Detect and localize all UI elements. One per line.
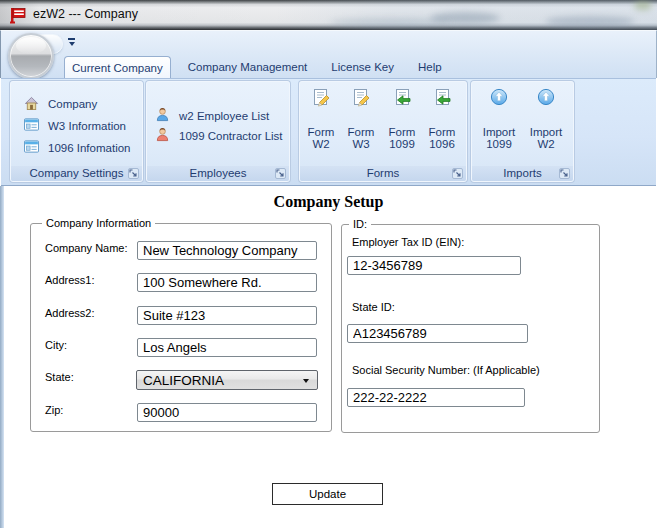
address2-label: Address2:	[45, 307, 95, 319]
glass-smudge	[634, 1, 652, 10]
ribbon-item-w2-employee-list[interactable]: w2 Employee List	[155, 107, 269, 124]
tab-current-company[interactable]: Current Company	[64, 56, 171, 78]
ribbon-item-w3-information[interactable]: W3 Information	[24, 118, 126, 133]
ribbon-item-label: W3 Information	[48, 120, 126, 132]
address2-input[interactable]	[137, 306, 317, 325]
ein-input[interactable]	[347, 256, 521, 275]
ribbon-group-company-settings: Company W3 Information	[10, 81, 143, 182]
dialog-launcher-icon[interactable]	[559, 168, 570, 179]
state-id-label: State ID:	[352, 301, 395, 313]
ribbon-button-form-1096[interactable]: Form 1096	[421, 86, 463, 166]
ribbon-item-1096-infomation[interactable]: 1096 Infomation	[24, 140, 130, 155]
person-blue-icon	[155, 107, 170, 124]
update-button[interactable]: Update	[272, 483, 383, 505]
tab-help[interactable]: Help	[411, 56, 449, 78]
address1-label: Address1:	[45, 274, 95, 286]
document-arrow-icon	[393, 88, 412, 110]
ribbon-item-label: w2 Employee List	[179, 110, 269, 122]
ribbon-group-imports: Import 1099 Import W2 Imports	[471, 81, 574, 182]
import-up-icon	[490, 88, 508, 109]
address1-input[interactable]	[137, 273, 317, 292]
ribbon-group-caption: Employees	[147, 166, 289, 181]
window-title: ezW2 --- Company	[33, 1, 138, 27]
tab-company-management[interactable]: Company Management	[181, 56, 315, 78]
tab-license-key[interactable]: License Key	[324, 56, 401, 78]
ribbon-button-form-w3[interactable]: Form W3	[340, 86, 382, 166]
ribbon-group-employees: w2 Employee List 1099 Contractor List Em…	[146, 81, 290, 182]
state-label: State:	[45, 371, 74, 383]
combo-arrow-icon	[303, 379, 309, 383]
ssn-input[interactable]	[347, 388, 525, 407]
dialog-launcher-icon[interactable]	[452, 168, 463, 179]
ribbon-button-import-1099[interactable]: Import 1099	[478, 86, 520, 166]
form-table-icon	[24, 118, 39, 133]
ribbon-group-caption: Company Settings	[11, 166, 142, 181]
glass-smudge	[545, 16, 635, 27]
form-table-icon	[24, 140, 39, 155]
page-title: Company Setup	[0, 193, 657, 211]
ribbon-group-forms: Form W2 Form W3	[299, 81, 467, 182]
dialog-launcher-icon[interactable]	[128, 168, 139, 179]
ribbon-button-form-w2[interactable]: Form W2	[300, 86, 342, 166]
ssn-label: Social Security Number: (If Applicable)	[352, 364, 540, 376]
city-input[interactable]	[137, 338, 317, 357]
document-arrow-icon	[433, 88, 452, 110]
ribbon-group-caption: Forms	[300, 166, 466, 181]
zip-label: Zip:	[45, 404, 63, 416]
groupbox-caption: ID:	[349, 218, 371, 230]
qat-dropdown-button[interactable]	[67, 37, 77, 49]
ribbon-button-form-1099[interactable]: Form 1099	[381, 86, 423, 166]
glass-smudge	[330, 18, 450, 27]
ribbon-item-label: 1096 Infomation	[48, 142, 130, 154]
import-up-icon	[537, 88, 555, 109]
window-left-border	[0, 186, 4, 528]
ribbon-item-label: 1099 Contractor List	[179, 130, 283, 142]
document-edit-icon	[352, 88, 371, 110]
ribbon-frame: Current Company Company Management Licen…	[0, 30, 657, 78]
application-orb-button[interactable]	[8, 33, 54, 79]
ribbon: Company W3 Information	[1, 78, 656, 186]
app-icon	[10, 6, 26, 24]
ribbon-tabs: Current Company Company Management Licen…	[64, 56, 459, 78]
state-select[interactable]: CALIFORNIA	[136, 370, 318, 390]
ribbon-item-1099-contractor-list[interactable]: 1099 Contractor List	[155, 127, 283, 144]
titlebar: ezW2 --- Company	[0, 0, 657, 30]
app-window: ezW2 --- Company Current Company Company…	[0, 0, 657, 528]
ribbon-item-company[interactable]: Company	[24, 96, 97, 112]
groupbox-caption: Company Information	[42, 217, 155, 229]
home-icon	[24, 96, 39, 112]
state-id-input[interactable]	[347, 324, 528, 343]
ribbon-group-caption: Imports	[472, 166, 573, 181]
ribbon-item-label: Company	[48, 98, 97, 110]
zip-input[interactable]	[137, 403, 317, 422]
person-red-icon	[155, 127, 170, 144]
ribbon-button-import-w2[interactable]: Import W2	[525, 86, 567, 166]
company-name-input[interactable]	[137, 241, 317, 260]
ein-label: Employer Tax ID (EIN):	[352, 236, 464, 248]
company-name-label: Company Name:	[45, 242, 128, 254]
city-label: City:	[45, 339, 67, 351]
dialog-launcher-icon[interactable]	[275, 168, 286, 179]
document-edit-icon	[312, 88, 331, 110]
